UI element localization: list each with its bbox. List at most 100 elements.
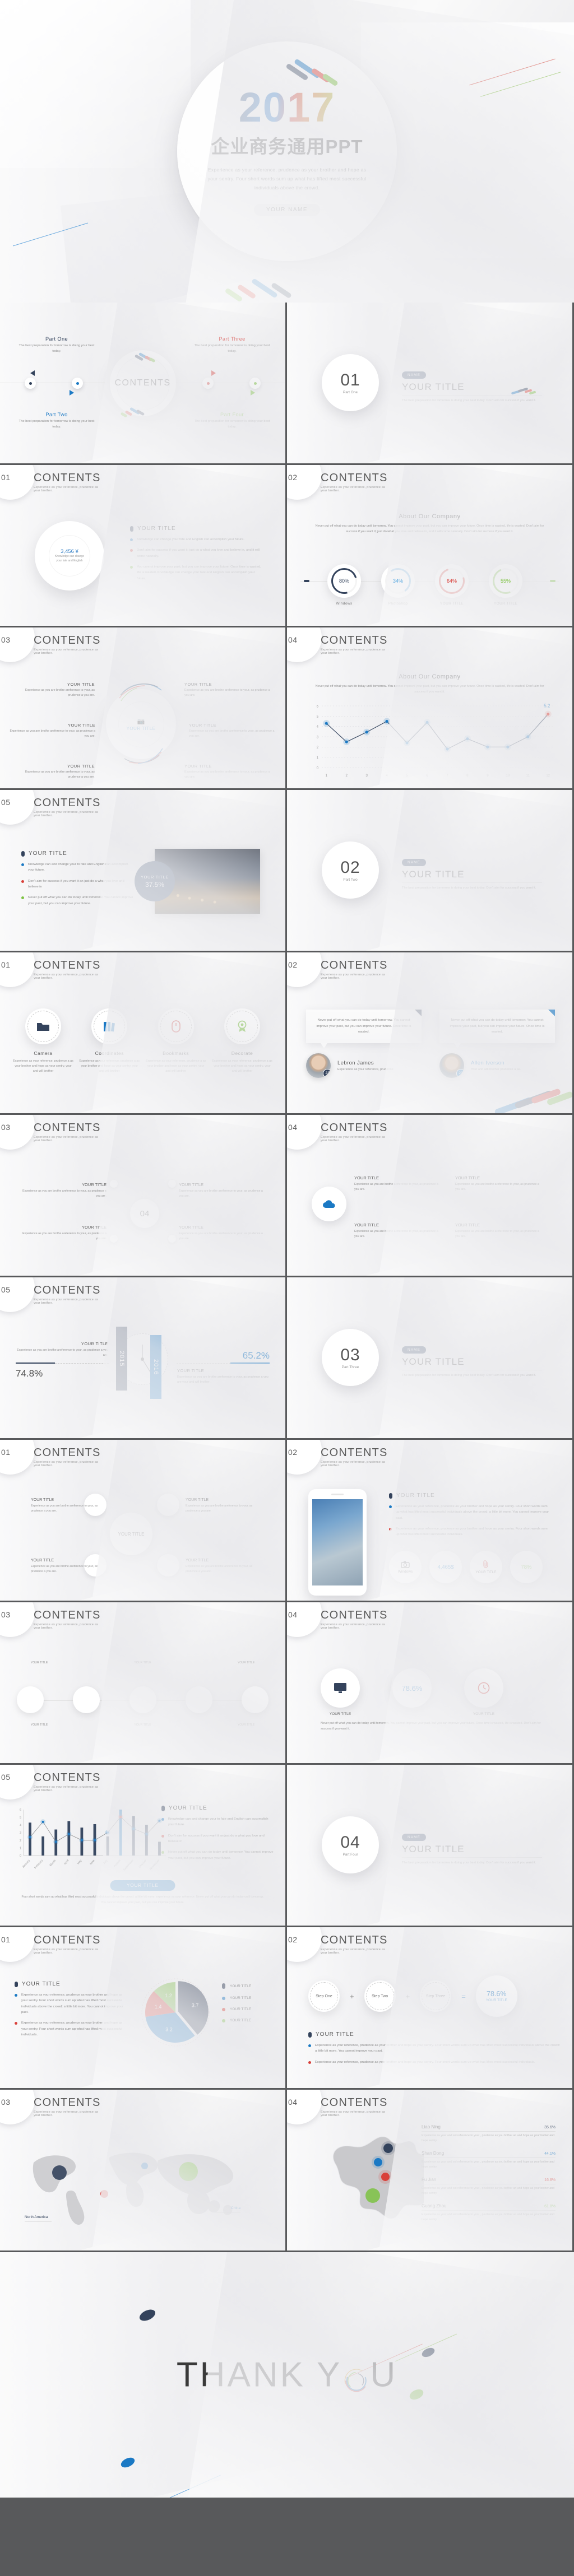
slide-subtitle: Experience as your reference, prudence a… — [321, 2110, 386, 2117]
svg-text:6: 6 — [426, 774, 428, 778]
quote-text: Never put off what you can do today unti… — [316, 1019, 411, 1034]
step-circle[interactable]: Step Three — [420, 1980, 452, 2012]
icon-card[interactable]: Decorate Experience as your reference, p… — [211, 1008, 273, 1075]
chip-item[interactable]: 78.6% — [392, 1668, 432, 1716]
slide-subtitle: Experience as your reference, prudence a… — [321, 486, 386, 492]
toc-part-1[interactable]: Part One The best preparation for tomorr… — [15, 336, 99, 354]
step-circle[interactable]: Step Two — [364, 1980, 396, 2012]
chip-circle[interactable]: Windows — [389, 1551, 422, 1583]
center-circle: 📷 YOUR TITLE — [106, 689, 176, 759]
slide-04-china-map: 04 CONTENTS Experience as your reference… — [287, 2090, 572, 2250]
progress-item[interactable]: 80% Windows — [326, 563, 362, 606]
progress-label: Windows — [336, 602, 353, 606]
decor-streak-green — [395, 2333, 457, 2362]
bullet-block-title: YOUR TITLE — [130, 526, 265, 532]
testimonial-card[interactable]: Never put off what you can do today unti… — [439, 1010, 555, 1078]
timeline-node[interactable] — [17, 1686, 44, 1713]
slide-row-11: 01 CONTENTS Experience as your reference… — [0, 1927, 574, 2088]
section-tag-badge: NAME — [402, 1346, 426, 1354]
clock-icon — [478, 1682, 490, 1694]
swoosh-corner — [488, 1088, 572, 1113]
icon-card[interactable]: Coordinates Experience as your reference… — [78, 1008, 140, 1075]
cluster-node[interactable] — [157, 1554, 179, 1577]
info-block: YOUR TITLE Experience as you are brothe … — [455, 1175, 539, 1191]
chip-row: YOUR TITLE 78.6% YOUR TITLE — [321, 1668, 503, 1716]
slide-title: CONTENTS — [321, 472, 388, 484]
about-title: About Our Company — [399, 513, 461, 520]
testimonial-card[interactable]: Never put off what you can do today unti… — [306, 1010, 422, 1078]
about-text: Never put off what you can do today unti… — [315, 524, 544, 534]
slide-number: 04 — [288, 2098, 298, 2107]
cluster-text: YOUR TITLE Experience as you are brothe … — [186, 1559, 253, 1573]
cta-button[interactable]: YOUR TITLE — [110, 1880, 175, 1891]
accent-streak-blue — [12, 222, 89, 247]
progress-item[interactable]: 64% YOUR TITLE — [434, 563, 470, 606]
chip-item[interactable]: YOUR TITLE — [464, 1668, 503, 1716]
toc-node-3[interactable] — [202, 378, 214, 389]
slide-number-badge: 04 — [287, 627, 322, 662]
toc-node-4[interactable] — [249, 378, 261, 389]
map-pin-fu-jian[interactable] — [381, 2173, 390, 2181]
timeline-node[interactable] — [242, 1686, 269, 1713]
svg-text:2: 2 — [346, 774, 348, 778]
radial-item[interactable]: YOUR TITLE Experience as you are brothe … — [6, 723, 95, 738]
toc-node-2[interactable] — [72, 378, 83, 389]
slide-number: 03 — [1, 1123, 11, 1132]
icon-card[interactable]: Bookmarks Experience as your reference, … — [145, 1008, 207, 1075]
toc-part-2[interactable]: Part Two The best preparation for tomorr… — [15, 412, 99, 430]
toc-part-1-text: The best preparation for tomorrow is doi… — [18, 344, 95, 353]
slide-subtitle: Experience as your reference, prudence a… — [321, 1461, 386, 1467]
slide-number: 03 — [1, 635, 11, 644]
toc-part-4-title: Part Four — [220, 412, 244, 417]
info-block: YOUR TITLE Experience as you are brothe … — [179, 1182, 263, 1198]
plus-icon: + — [405, 1992, 410, 2001]
chip-circle[interactable]: 4,465$ — [429, 1551, 462, 1583]
toc-node-1[interactable] — [25, 378, 36, 389]
icon-card[interactable]: Camera Experience as your reference, pru… — [12, 1008, 74, 1075]
timeline-labels-bottom: YOUR TITLE YOUR TITLE YOUR TITLE — [30, 1723, 255, 1727]
timeline-node[interactable] — [185, 1686, 212, 1713]
map-pin-guang-zhou[interactable] — [365, 2188, 380, 2203]
slide-number: 05 — [1, 1285, 11, 1294]
slide-number: 02 — [288, 960, 298, 969]
about-block: About Our Company Never put off what you… — [312, 513, 547, 534]
progress-item[interactable]: 55% YOUR TITLE — [489, 564, 522, 606]
chip-circle[interactable]: YOUR TITLE — [470, 1551, 502, 1583]
swoosh-bottom — [224, 278, 293, 303]
bullet-item: Experience as your reference, prudence a… — [389, 1504, 550, 1521]
progress-item[interactable]: 34% Photoshop — [381, 564, 415, 606]
radial-item[interactable]: YOUR TITLE Experience as you are brothe … — [184, 682, 271, 698]
radial-item[interactable]: YOUR TITLE Experience as you are brothe … — [13, 682, 95, 698]
radial-item[interactable]: YOUR TITLE Experience as you are brothe … — [13, 764, 95, 779]
slide-subtitle: Experience as your reference, prudence a… — [34, 1785, 99, 1792]
bullet-item: Never put off what you can do today unti… — [21, 895, 133, 906]
svg-text:5: 5 — [317, 715, 319, 719]
map-pin-liao-ning[interactable] — [383, 2143, 393, 2153]
slide-row-5: 01 CONTENTS Experience as your reference… — [0, 952, 574, 1113]
toc-part-4[interactable]: Part Four The best preparation for tomor… — [190, 412, 274, 430]
radial-item[interactable]: YOUR TITLE Experience as you are brothe … — [189, 723, 279, 738]
pie-legend: YOUR TITLE YOUR TITLE YOUR TITLE YOUR TI… — [222, 1983, 251, 2022]
cluster-node[interactable] — [157, 1494, 179, 1516]
chip-circle[interactable]: 78% — [510, 1551, 543, 1583]
toc-arrow-1 — [30, 370, 35, 376]
timeline-node[interactable] — [73, 1686, 100, 1713]
donut-caption: Knowledge can change your fate and Engli… — [55, 555, 84, 562]
slide-title: CONTENTS — [34, 1609, 101, 1621]
chip-item[interactable]: YOUR TITLE — [321, 1668, 360, 1716]
timeline-node[interactable] — [129, 1686, 156, 1713]
mouse-icon — [171, 1020, 180, 1033]
radial-item[interactable]: YOUR TITLE Experience as you are brothe … — [184, 764, 271, 779]
toc-part-2-text: The best preparation for tomorrow is doi… — [18, 420, 95, 429]
svg-text:3: 3 — [20, 1831, 21, 1835]
toc-part-3[interactable]: Part Three The best preparation for tomo… — [190, 336, 274, 354]
step-circle[interactable]: Step One — [308, 1980, 340, 2012]
compare-value-left: 74.8% — [16, 1368, 43, 1379]
slide-number: 01 — [1, 960, 11, 969]
slide-row-1: CONTENTS Part One The best preparation f… — [0, 303, 574, 463]
svg-text:7: 7 — [446, 774, 448, 778]
map-pin-shan-dong[interactable] — [374, 2158, 382, 2166]
section-title: YOUR TITLE — [402, 869, 465, 880]
avatar: 23 — [306, 1053, 331, 1078]
bullet-item: Knowledge can and change your to fate an… — [161, 1816, 274, 1828]
